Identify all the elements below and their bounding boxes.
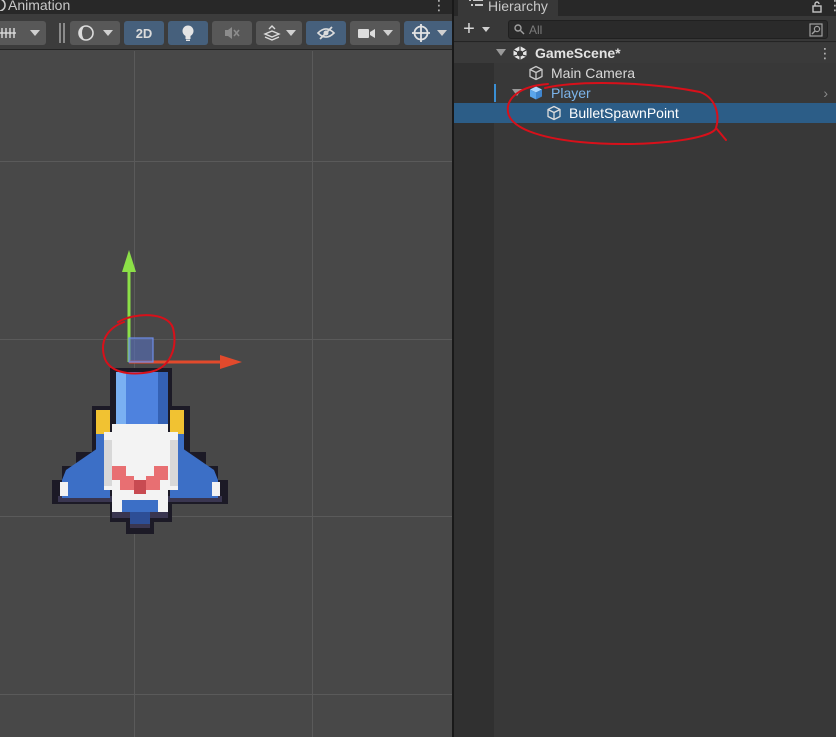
expand-arrow-icon[interactable] — [512, 89, 522, 96]
camera-icon — [358, 29, 375, 38]
scene-viewport[interactable] — [0, 51, 452, 737]
animation-icon — [0, 0, 8, 12]
effects-dropdown[interactable] — [256, 21, 302, 45]
hierarchy-item-label: Player — [551, 85, 591, 101]
grid-snap-icon — [0, 28, 16, 38]
hierarchy-panel: Hierarchy ⋮ + GameScene* — [454, 0, 836, 737]
effects-layers-icon — [262, 25, 281, 41]
prefab-cube-icon — [528, 85, 544, 101]
hierarchy-list-icon — [468, 0, 484, 15]
transform-gizmo[interactable] — [0, 51, 452, 737]
kebab-menu-icon[interactable]: ⋮ — [828, 0, 836, 14]
kebab-menu-icon[interactable]: ⋮ — [432, 0, 446, 14]
hierarchy-tab-bar: Hierarchy ⋮ — [454, 0, 836, 16]
y-axis-arrow — [122, 250, 136, 272]
hierarchy-item-main-camera[interactable]: Main Camera — [454, 63, 836, 83]
chevron-down-icon — [103, 30, 113, 36]
chevron-down-icon — [482, 26, 490, 32]
lighting-toggle[interactable] — [168, 21, 208, 45]
hierarchy-item-label: GameScene* — [535, 45, 621, 61]
tab-hierarchy-label: Hierarchy — [488, 0, 548, 14]
toolbar-separator — [59, 23, 61, 43]
search-field[interactable] — [508, 20, 828, 39]
expand-arrow-icon[interactable] — [496, 49, 506, 56]
gizmos-dropdown[interactable] — [404, 21, 452, 45]
hierarchy-item-gamescene[interactable]: GameScene* ⋮ — [454, 43, 836, 63]
hierarchy-gutter — [454, 43, 494, 737]
scene-toolbar: 2D — [0, 14, 452, 50]
chevron-right-icon[interactable]: › — [823, 83, 828, 103]
search-input[interactable] — [529, 22, 789, 38]
xy-plane-handle — [128, 337, 154, 363]
shading-mode-dropdown[interactable] — [70, 21, 120, 45]
tab-hierarchy[interactable]: Hierarchy — [458, 0, 558, 16]
chevron-down-icon — [437, 30, 447, 36]
chevron-down-icon — [30, 30, 40, 36]
camera-settings-dropdown[interactable] — [350, 21, 400, 45]
kebab-menu-icon[interactable]: ⋮ — [818, 46, 832, 60]
plus-icon: + — [463, 18, 475, 40]
hierarchy-item-label: Main Camera — [551, 65, 636, 81]
tab-animation[interactable]: Animation — [0, 0, 70, 14]
audio-toggle[interactable] — [212, 21, 252, 45]
cube-outline-icon — [546, 105, 562, 121]
scene-visibility-toggle[interactable] — [306, 21, 346, 45]
hierarchy-item-bulletspawnpoint[interactable]: BulletSpawnPoint — [454, 103, 836, 123]
hierarchy-toolbar: + — [454, 16, 836, 42]
2d-mode-toggle[interactable]: 2D — [124, 21, 164, 45]
lock-icon[interactable] — [812, 0, 822, 13]
add-object-button[interactable]: + — [460, 19, 496, 39]
unity-scene-icon — [512, 45, 528, 61]
lightbulb-icon — [182, 25, 194, 41]
shading-sphere-icon — [78, 25, 94, 41]
override-marker — [494, 84, 496, 102]
hierarchy-item-player[interactable]: Player › — [454, 83, 836, 103]
scene-tab-bar: Animation ⋮ — [0, 0, 452, 14]
gizmos-icon — [412, 24, 430, 42]
hierarchy-tree: GameScene* ⋮ Main Camera Player › Bullet… — [454, 43, 836, 123]
search-by-type-icon[interactable] — [809, 23, 823, 37]
chevron-down-icon — [383, 30, 393, 36]
audio-muted-icon — [225, 27, 240, 39]
grid-snap-dropdown[interactable] — [0, 21, 46, 45]
x-axis-arrow — [220, 355, 242, 369]
tab-animation-label: Animation — [8, 0, 71, 13]
chevron-down-icon — [285, 30, 296, 36]
hierarchy-item-label: BulletSpawnPoint — [569, 105, 679, 121]
eye-hidden-icon — [316, 26, 336, 40]
search-icon — [514, 24, 525, 35]
scene-panel: Animation ⋮ 2D — [0, 0, 452, 737]
cube-outline-icon — [528, 65, 544, 81]
toolbar-separator — [63, 23, 65, 43]
